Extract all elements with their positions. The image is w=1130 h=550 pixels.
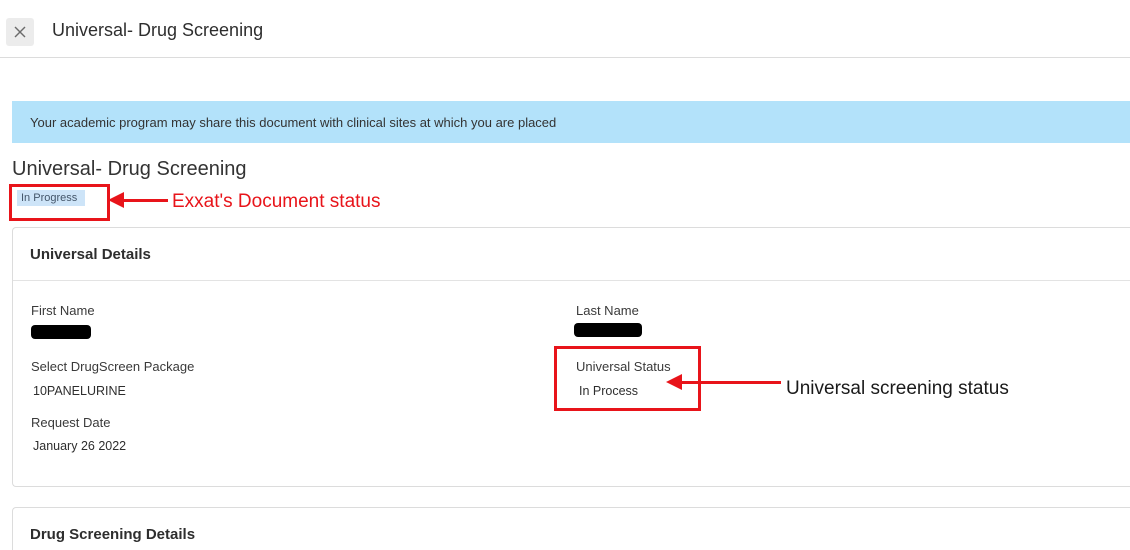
close-icon [14,26,26,38]
info-banner: Your academic program may share this doc… [12,101,1130,143]
package-value: 10PANELURINE [33,384,126,398]
universal-status-arrow-line [680,381,781,384]
document-status-arrow-line [122,199,168,202]
package-label: Select DrugScreen Package [31,359,195,374]
universal-details-heading: Universal Details [13,228,1130,281]
universal-status-annotation: Universal screening status [786,378,1009,399]
info-banner-text: Your academic program may share this doc… [30,114,557,130]
header-title: Universal- Drug Screening [52,20,264,40]
page-header: Universal- Drug Screening [0,0,1130,58]
first-name-redacted [31,325,91,339]
drug-screening-details-card: Drug Screening Details [12,507,1130,550]
request-date-label: Request Date [31,415,111,430]
request-date-value: January 26 2022 [33,439,127,453]
document-status-highlight [9,184,110,221]
document-status-arrow-head [108,192,124,208]
document-status-annotation: Exxat's Document status [172,191,381,212]
document-title: Universal- Drug Screening [12,158,247,180]
close-button[interactable] [6,18,34,46]
first-name-label: First Name [31,303,95,318]
last-name-redacted [574,323,642,337]
drug-screening-page: Universal- Drug Screening Your academic … [0,0,1130,550]
drug-screening-details-heading: Drug Screening Details [13,508,1130,550]
last-name-label: Last Name [576,303,639,318]
universal-status-arrow-head [666,374,682,390]
